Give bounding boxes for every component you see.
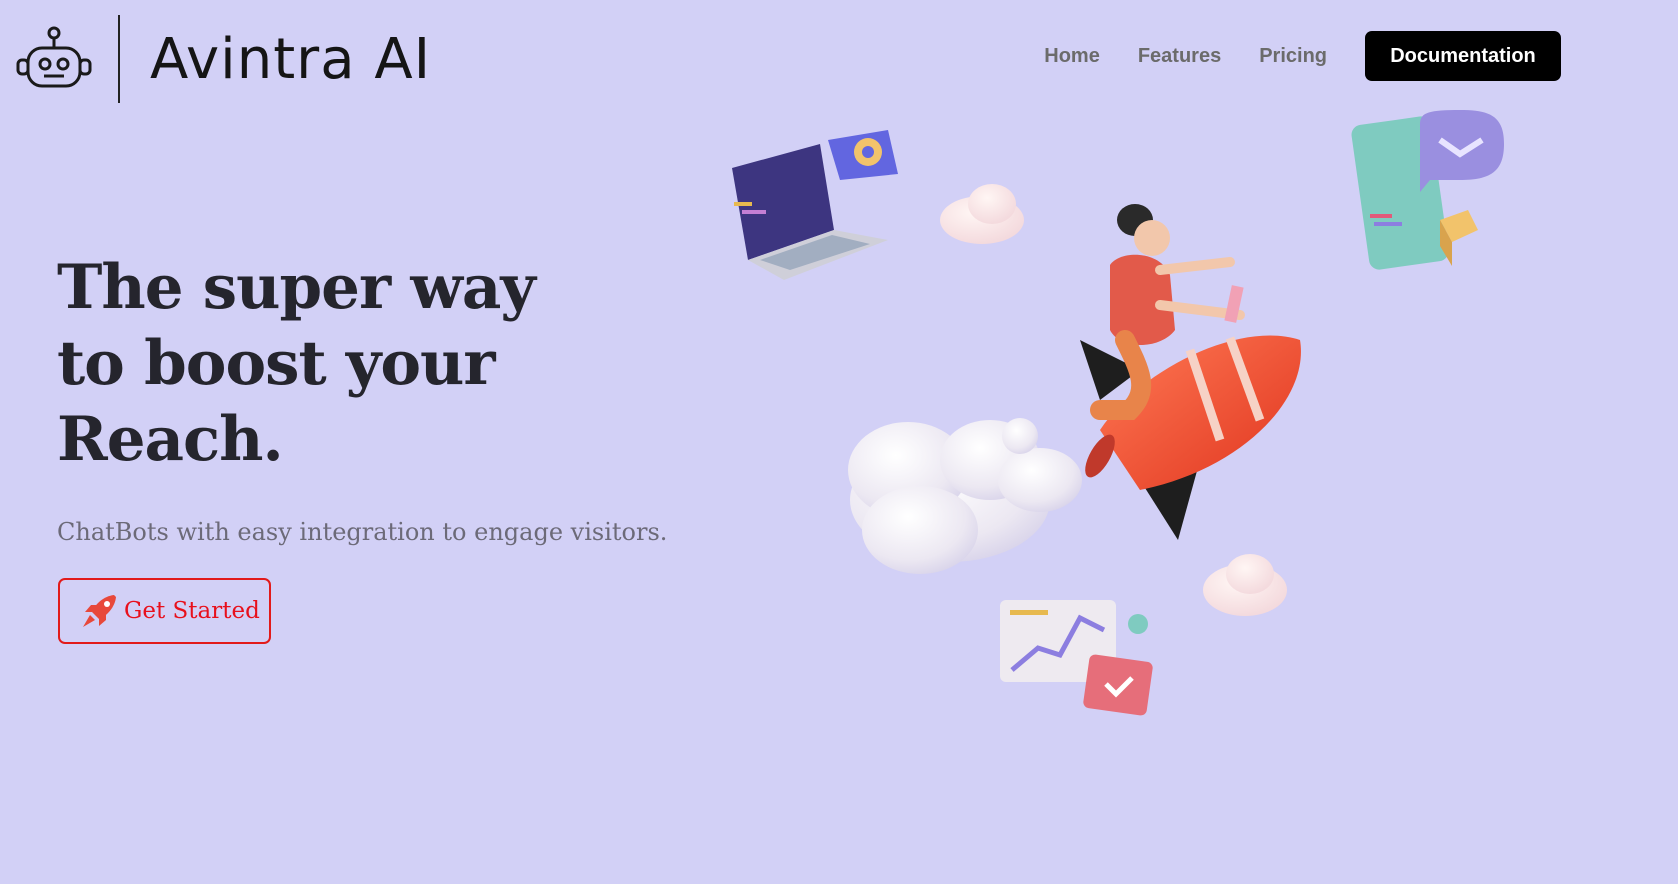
hero-title-line: to boost your xyxy=(57,328,496,399)
hero-subtitle: ChatBots with easy integration to engage… xyxy=(57,518,668,546)
cloud-small-right xyxy=(1203,554,1287,616)
documentation-button[interactable]: Documentation xyxy=(1365,31,1561,81)
robot-icon xyxy=(16,26,92,88)
hero-title-line: The super way xyxy=(57,252,536,323)
logo-divider xyxy=(118,15,120,103)
hero-title: The super way to boost your Reach. xyxy=(57,250,577,478)
site-header: Avintra AI Home Features Pricing Documen… xyxy=(0,0,1678,115)
rocket-illustration xyxy=(1080,204,1301,540)
chart-card-icon xyxy=(1000,600,1153,716)
hero-title-line: Reach. xyxy=(57,404,284,475)
get-started-label: Get Started xyxy=(124,598,260,624)
brand-name: Avintra AI xyxy=(150,26,432,92)
logo[interactable]: Avintra AI xyxy=(16,14,431,104)
nav-home-link[interactable]: Home xyxy=(1044,45,1100,68)
cloud-large xyxy=(848,418,1082,574)
hero-illustration xyxy=(732,110,1504,716)
get-started-button[interactable]: Get Started xyxy=(58,578,271,644)
rocket-icon xyxy=(83,595,116,627)
nav-pricing-link[interactable]: Pricing xyxy=(1259,45,1327,68)
nav-features-link[interactable]: Features xyxy=(1138,45,1221,68)
main-nav: Home Features Pricing Documentation xyxy=(1044,31,1561,81)
phone-icon xyxy=(1351,110,1504,270)
cloud-small-top xyxy=(940,184,1024,244)
laptop-icon xyxy=(732,130,898,280)
